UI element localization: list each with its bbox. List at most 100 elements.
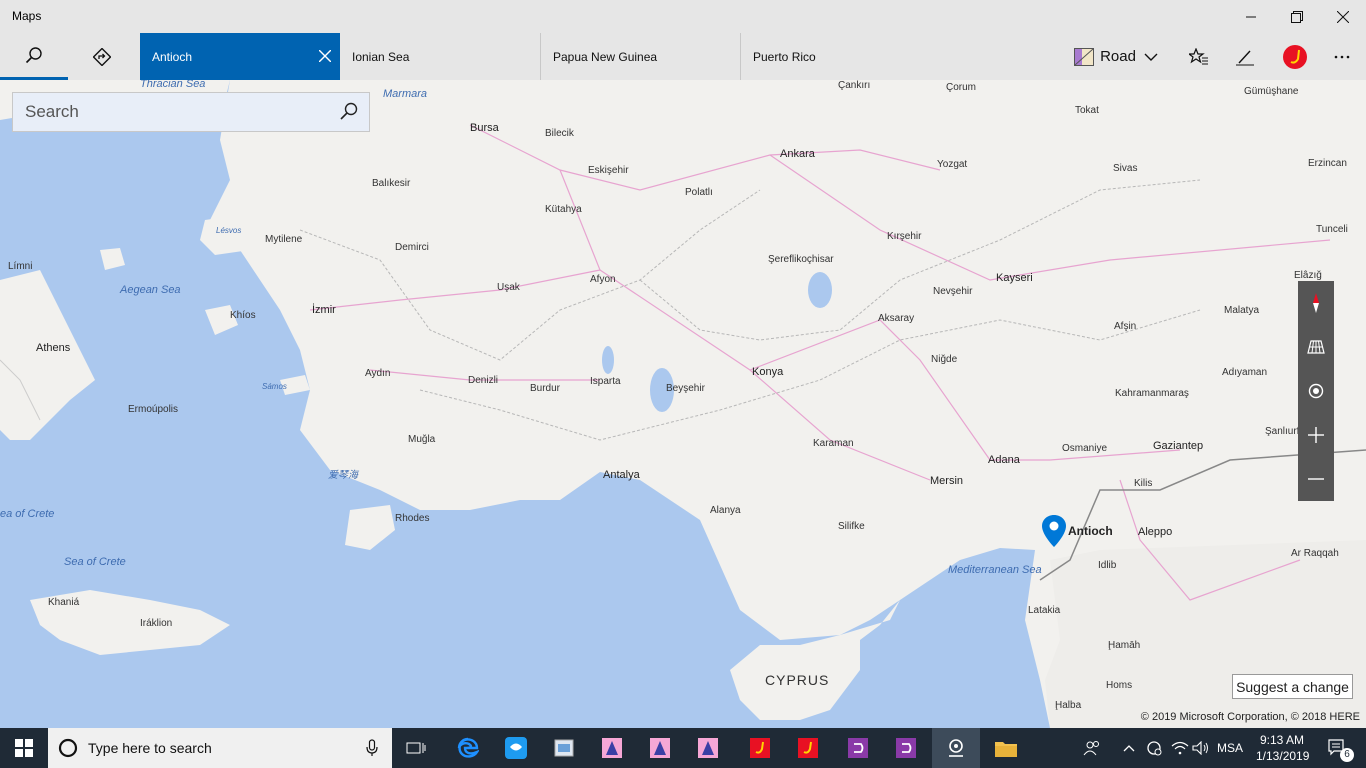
map-canvas[interactable]: Thracian Sea Marmara Bursa Bilecik Eskiş…	[0, 80, 1366, 728]
compass-button[interactable]	[1298, 281, 1334, 325]
search-submit-button[interactable]	[339, 101, 361, 123]
close-icon	[1337, 10, 1349, 23]
people-button[interactable]	[1072, 728, 1112, 768]
tab-ionian-sea[interactable]: Ionian Sea	[340, 33, 540, 80]
map-label: Karaman	[813, 438, 854, 449]
map-label: Osmaniye	[1062, 443, 1108, 454]
zoom-out-button[interactable]	[1298, 457, 1334, 501]
map-label: Khíos	[230, 310, 256, 321]
pin-label: Antioch	[1068, 524, 1113, 538]
show-hidden-icons-button[interactable]	[1116, 728, 1142, 768]
action-center-button[interactable]: 6	[1318, 728, 1358, 768]
map-label: Aydın	[365, 368, 391, 379]
tab-antioch[interactable]: Antioch	[140, 33, 340, 80]
app-title: Maps	[12, 9, 42, 23]
map-label: Afşin	[1114, 321, 1137, 332]
notification-count: 6	[1340, 748, 1354, 762]
taskbar-search[interactable]: Type here to search	[48, 728, 392, 768]
map-label: Kayseri	[996, 272, 1033, 284]
input-language[interactable]: MSA	[1217, 741, 1243, 755]
location-pin-icon[interactable]	[1041, 514, 1067, 548]
account-avatar[interactable]	[1276, 33, 1314, 80]
file-explorer-taskbar-button[interactable]	[982, 728, 1030, 768]
wifi-button[interactable]	[1168, 728, 1192, 768]
zoom-in-button[interactable]	[1298, 413, 1334, 457]
app-taskbar-button-1[interactable]	[588, 728, 636, 768]
tilt-grid-icon	[1307, 340, 1325, 354]
map-label: Demirci	[395, 242, 429, 253]
search-icon	[25, 47, 42, 64]
taskbar-search-placeholder: Type here to search	[88, 740, 212, 756]
restore-button[interactable]	[1274, 0, 1320, 33]
favorites-button[interactable]	[1180, 33, 1218, 80]
microphone-icon	[366, 739, 378, 756]
clock[interactable]: 9:13 AM 1/13/2019	[1250, 728, 1312, 768]
map-label: Ermoúpolis	[128, 404, 179, 415]
directions-icon	[93, 47, 111, 66]
title-bar: Maps	[0, 0, 1366, 33]
map-label: Kırşehir	[887, 231, 922, 242]
map-controls	[1298, 281, 1334, 501]
map-label: Rhodes	[395, 513, 430, 524]
minimize-button[interactable]	[1228, 0, 1274, 33]
app-taskbar-button-2[interactable]	[636, 728, 684, 768]
map-label: Muğla	[408, 434, 436, 445]
map-label: Ḩalba	[1055, 700, 1082, 711]
task-view-button[interactable]	[392, 728, 440, 768]
tilt-button[interactable]	[1298, 325, 1334, 369]
my-location-button[interactable]	[1298, 369, 1334, 413]
start-button[interactable]	[0, 728, 48, 768]
search-tool-button[interactable]	[0, 33, 68, 80]
favorites-icon	[1189, 47, 1208, 64]
app-taskbar-button-4[interactable]	[736, 728, 784, 768]
tab-papua-new-guinea[interactable]: Papua New Guinea	[540, 33, 740, 80]
map-label: Sámos	[262, 382, 287, 391]
map-label: Afyon	[590, 274, 616, 285]
minimize-icon	[1246, 16, 1256, 17]
map-label: Lésvos	[216, 226, 242, 235]
search-box	[12, 92, 370, 132]
map-label: Aksaray	[878, 313, 915, 324]
app-taskbar-button-3[interactable]	[684, 728, 732, 768]
map-label: Elâzığ	[1294, 270, 1322, 281]
search-input[interactable]	[13, 93, 333, 131]
map-terrain	[0, 80, 1366, 728]
map-label: Alanya	[710, 505, 741, 516]
app-taskbar-button-5[interactable]	[784, 728, 832, 768]
ink-button[interactable]	[1226, 33, 1264, 80]
more-options-button[interactable]	[1322, 33, 1362, 80]
maps-taskbar-button[interactable]	[932, 728, 980, 768]
tab-puerto-rico[interactable]: Puerto Rico	[740, 33, 940, 80]
edge-taskbar-button[interactable]	[444, 728, 492, 768]
map-label: Thracian Sea	[140, 80, 206, 90]
app-taskbar-button-7[interactable]	[882, 728, 930, 768]
image-app-taskbar-button[interactable]	[540, 728, 588, 768]
purple-app-icon	[848, 738, 868, 758]
app-taskbar-button-6[interactable]	[834, 728, 882, 768]
map-label: İzmir	[312, 304, 336, 316]
map-label: Eskişehir	[588, 165, 629, 176]
wifi-icon	[1171, 741, 1189, 755]
map-label: Niğde	[931, 354, 958, 365]
map-label: Límni	[8, 261, 33, 272]
pink-app-icon	[650, 738, 670, 758]
map-style-dropdown[interactable]: Road	[1070, 33, 1162, 80]
close-window-button[interactable]	[1320, 0, 1366, 33]
suggest-change-button[interactable]: Suggest a change	[1232, 674, 1353, 699]
map-label: Yozgat	[937, 159, 968, 170]
map-style-label: Road	[1100, 48, 1136, 65]
close-tab-button[interactable]	[316, 46, 334, 66]
map-label: Nevşehir	[933, 286, 973, 297]
chat-app-taskbar-button[interactable]	[492, 728, 540, 768]
folder-icon	[995, 742, 1017, 757]
directions-button[interactable]	[68, 33, 136, 80]
tab-label: Antioch	[152, 49, 193, 64]
map-label: Ḩamāh	[1108, 640, 1141, 651]
task-view-icon	[406, 742, 426, 754]
volume-button[interactable]	[1190, 728, 1212, 768]
maps-app-icon	[949, 739, 963, 757]
map-label: Konya	[752, 366, 784, 378]
tab-label: Ionian Sea	[352, 49, 410, 64]
speaker-icon	[1192, 741, 1208, 755]
network-sync-button[interactable]	[1142, 728, 1166, 768]
